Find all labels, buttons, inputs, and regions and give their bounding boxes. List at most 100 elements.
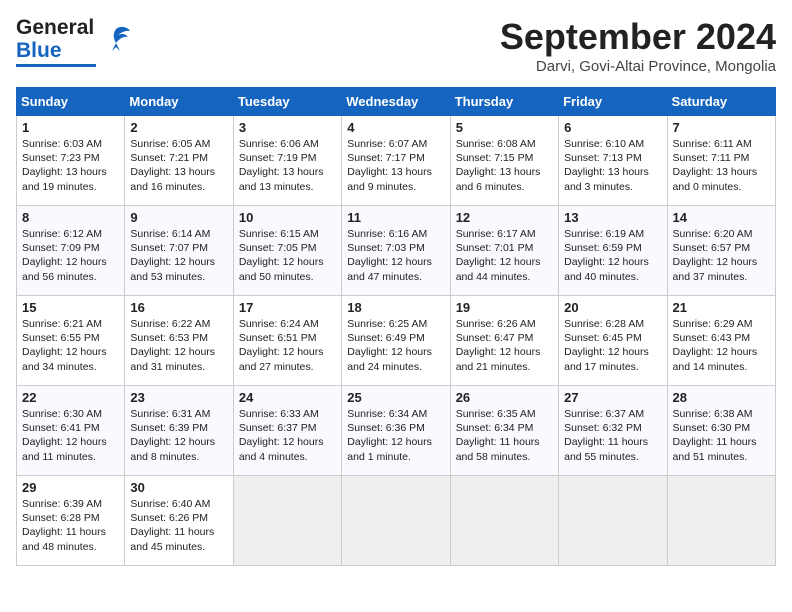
- day-info: Sunset: 7:19 PM: [239, 151, 336, 165]
- calendar-cell: 18Sunrise: 6:25 AMSunset: 6:49 PMDayligh…: [342, 296, 450, 386]
- day-info: Sunrise: 6:17 AM: [456, 227, 553, 241]
- day-info: Daylight: 13 hours: [239, 165, 336, 179]
- day-info: Daylight: 11 hours: [22, 525, 119, 539]
- day-info: and 50 minutes.: [239, 270, 336, 284]
- day-info: Sunset: 7:09 PM: [22, 241, 119, 255]
- day-info: Daylight: 12 hours: [130, 435, 227, 449]
- day-number: 14: [673, 210, 770, 225]
- day-number: 15: [22, 300, 119, 315]
- day-info: Daylight: 12 hours: [456, 345, 553, 359]
- day-info: and 45 minutes.: [130, 540, 227, 554]
- day-info: Sunrise: 6:24 AM: [239, 317, 336, 331]
- day-info: and 37 minutes.: [673, 270, 770, 284]
- day-info: Sunset: 6:55 PM: [22, 331, 119, 345]
- calendar-cell: 4Sunrise: 6:07 AMSunset: 7:17 PMDaylight…: [342, 116, 450, 206]
- day-number: 27: [564, 390, 661, 405]
- day-info: Sunset: 6:57 PM: [673, 241, 770, 255]
- title-block: September 2024 Darvi, Govi-Altai Provinc…: [500, 16, 776, 75]
- week-row-2: 8Sunrise: 6:12 AMSunset: 7:09 PMDaylight…: [17, 206, 776, 296]
- calendar-cell: 9Sunrise: 6:14 AMSunset: 7:07 PMDaylight…: [125, 206, 233, 296]
- day-info: Sunset: 6:49 PM: [347, 331, 444, 345]
- day-info: Sunset: 6:39 PM: [130, 421, 227, 435]
- day-info: Sunset: 7:17 PM: [347, 151, 444, 165]
- day-info: and 4 minutes.: [239, 450, 336, 464]
- day-number: 11: [347, 210, 444, 225]
- day-info: Sunset: 6:41 PM: [22, 421, 119, 435]
- day-info: Sunset: 6:51 PM: [239, 331, 336, 345]
- day-info: Sunrise: 6:35 AM: [456, 407, 553, 421]
- day-info: and 51 minutes.: [673, 450, 770, 464]
- logo-general: General: [16, 16, 94, 39]
- day-info: Daylight: 12 hours: [347, 435, 444, 449]
- day-info: Sunrise: 6:14 AM: [130, 227, 227, 241]
- header-day-tuesday: Tuesday: [233, 88, 341, 116]
- day-info: and 11 minutes.: [22, 450, 119, 464]
- calendar-cell: [450, 476, 558, 566]
- logo-bird-icon: [98, 21, 134, 57]
- day-info: Sunrise: 6:30 AM: [22, 407, 119, 421]
- logo-blue: Blue: [16, 39, 62, 62]
- day-info: and 24 minutes.: [347, 360, 444, 374]
- day-info: Daylight: 12 hours: [239, 255, 336, 269]
- day-info: Daylight: 12 hours: [456, 255, 553, 269]
- day-number: 28: [673, 390, 770, 405]
- day-number: 18: [347, 300, 444, 315]
- day-info: and 48 minutes.: [22, 540, 119, 554]
- calendar-cell: 23Sunrise: 6:31 AMSunset: 6:39 PMDayligh…: [125, 386, 233, 476]
- day-info: Daylight: 13 hours: [347, 165, 444, 179]
- day-info: Sunset: 6:43 PM: [673, 331, 770, 345]
- day-info: Sunrise: 6:39 AM: [22, 497, 119, 511]
- calendar-cell: 15Sunrise: 6:21 AMSunset: 6:55 PMDayligh…: [17, 296, 125, 386]
- day-info: Sunset: 7:07 PM: [130, 241, 227, 255]
- day-info: and 6 minutes.: [456, 180, 553, 194]
- day-info: and 56 minutes.: [22, 270, 119, 284]
- calendar-cell: 22Sunrise: 6:30 AMSunset: 6:41 PMDayligh…: [17, 386, 125, 476]
- header-day-thursday: Thursday: [450, 88, 558, 116]
- day-info: Sunrise: 6:33 AM: [239, 407, 336, 421]
- day-info: Sunset: 6:28 PM: [22, 511, 119, 525]
- day-number: 30: [130, 480, 227, 495]
- day-info: Sunset: 6:36 PM: [347, 421, 444, 435]
- day-info: Sunset: 6:37 PM: [239, 421, 336, 435]
- calendar-cell: 13Sunrise: 6:19 AMSunset: 6:59 PMDayligh…: [559, 206, 667, 296]
- calendar-cell: [667, 476, 775, 566]
- day-info: Daylight: 12 hours: [239, 345, 336, 359]
- day-info: Sunset: 7:01 PM: [456, 241, 553, 255]
- header-day-wednesday: Wednesday: [342, 88, 450, 116]
- day-info: Daylight: 12 hours: [673, 345, 770, 359]
- calendar-cell: 30Sunrise: 6:40 AMSunset: 6:26 PMDayligh…: [125, 476, 233, 566]
- day-info: Sunrise: 6:29 AM: [673, 317, 770, 331]
- day-info: Daylight: 12 hours: [22, 345, 119, 359]
- calendar-cell: [342, 476, 450, 566]
- day-info: Sunset: 6:47 PM: [456, 331, 553, 345]
- week-row-3: 15Sunrise: 6:21 AMSunset: 6:55 PMDayligh…: [17, 296, 776, 386]
- page-header: General Blue September 2024 Darvi, Govi-…: [16, 16, 776, 75]
- day-info: and 14 minutes.: [673, 360, 770, 374]
- day-info: and 27 minutes.: [239, 360, 336, 374]
- day-number: 17: [239, 300, 336, 315]
- calendar-cell: 6Sunrise: 6:10 AMSunset: 7:13 PMDaylight…: [559, 116, 667, 206]
- day-info: Sunrise: 6:40 AM: [130, 497, 227, 511]
- day-info: Daylight: 12 hours: [22, 435, 119, 449]
- day-info: Daylight: 12 hours: [130, 255, 227, 269]
- day-info: Sunset: 7:15 PM: [456, 151, 553, 165]
- day-info: and 47 minutes.: [347, 270, 444, 284]
- day-info: Sunrise: 6:20 AM: [673, 227, 770, 241]
- day-info: Sunset: 7:23 PM: [22, 151, 119, 165]
- day-info: and 13 minutes.: [239, 180, 336, 194]
- day-info: Daylight: 11 hours: [456, 435, 553, 449]
- day-number: 2: [130, 120, 227, 135]
- day-info: Daylight: 13 hours: [22, 165, 119, 179]
- day-info: and 34 minutes.: [22, 360, 119, 374]
- day-info: and 16 minutes.: [130, 180, 227, 194]
- day-info: Daylight: 13 hours: [673, 165, 770, 179]
- day-info: and 8 minutes.: [130, 450, 227, 464]
- day-info: Sunrise: 6:11 AM: [673, 137, 770, 151]
- logo: General Blue: [16, 16, 134, 67]
- calendar-cell: 10Sunrise: 6:15 AMSunset: 7:05 PMDayligh…: [233, 206, 341, 296]
- day-info: Sunrise: 6:38 AM: [673, 407, 770, 421]
- calendar-cell: 24Sunrise: 6:33 AMSunset: 6:37 PMDayligh…: [233, 386, 341, 476]
- day-info: Daylight: 13 hours: [130, 165, 227, 179]
- day-info: and 0 minutes.: [673, 180, 770, 194]
- day-info: Sunrise: 6:06 AM: [239, 137, 336, 151]
